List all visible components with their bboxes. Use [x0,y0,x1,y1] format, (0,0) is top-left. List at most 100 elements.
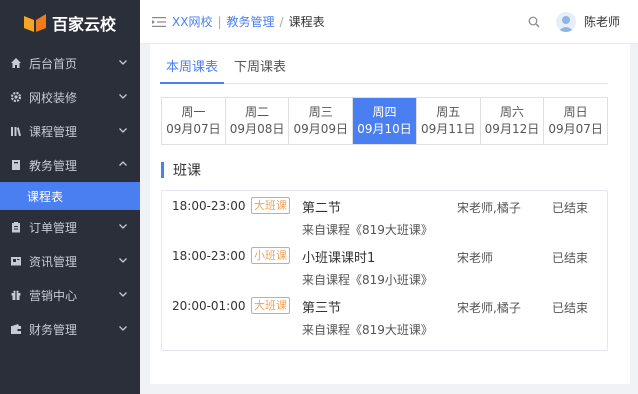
day-date: 09月07日 [166,122,221,136]
chevron-down-icon [119,292,127,297]
books-icon [10,125,22,137]
sidebar-item-decoration[interactable]: 网校装修 [0,80,140,114]
sidebar-item-label: 营销中心 [29,288,78,303]
sidebar-item-orders[interactable]: 订单管理 [0,210,140,244]
sidebar-item-label: 后台首页 [29,56,78,71]
lesson-title[interactable]: 小班课课时1 [302,247,375,266]
day-cell-selected[interactable]: 周四 09月10日 [353,98,417,144]
day-cell[interactable]: 周日 09月07日 [544,98,607,144]
sidebar-item-news[interactable]: 资讯管理 [0,244,140,278]
chevron-down-icon [119,60,127,65]
lesson-time: 18:00-23:00 [172,249,246,263]
chevron-down-icon [119,128,127,133]
day-date: 09月07日 [548,122,603,136]
main-area: XX网校 | 教务管理 / 课程表 陈老师 本周课表 下周课表 周一 09月07日… [140,0,638,394]
user-name[interactable]: 陈老师 [584,13,620,30]
news-icon [10,255,22,267]
home-icon [10,57,22,69]
menu-fold-icon[interactable] [152,16,166,28]
day-cell[interactable]: 周六 09月12日 [481,98,545,144]
top-bar: XX网校 | 教务管理 / 课程表 陈老师 [140,0,638,44]
breadcrumb-item-current: 课程表 [288,15,325,29]
lesson-status: 已结束 [552,201,589,215]
sidebar-item-label: 资讯管理 [29,254,78,269]
day-weekday: 周三 [308,105,333,119]
breadcrumb-separator: / [279,14,284,29]
search-icon[interactable] [528,16,540,28]
day-cell[interactable]: 周二 09月08日 [226,98,290,144]
logo-icon [24,14,46,32]
lesson-title[interactable]: 第二节 [302,197,341,216]
sidebar: 百家云校 后台首页 网校装修 课程管理 教务管理 课程表 订单管理 资讯管理 营… [0,0,140,394]
section-heading: 班课 [161,160,201,180]
clipboard-icon [10,221,22,233]
week-tabs: 本周课表 下周课表 [160,58,608,84]
tab-next-week[interactable]: 下周课表 [228,58,292,84]
day-selector: 周一 09月07日 周二 09月08日 周三 09月09日 周四 09月10日 周五 09… [161,97,608,145]
class-type-badge: 大班课 [251,297,290,314]
day-weekday: 周二 [245,105,270,119]
lesson-time: 18:00-23:00 [172,199,246,213]
lesson-row[interactable]: 18:00-23:00 小班课 小班课课时1 来自课程《819小班课》 宋老师 … [162,241,607,289]
class-type-badge: 大班课 [251,197,290,214]
sidebar-item-marketing[interactable]: 营销中心 [0,278,140,312]
lesson-teacher: 宋老师,橘子 [457,201,521,215]
breadcrumb: XX网校 | 教务管理 / 课程表 [172,13,325,30]
class-type-badge: 小班课 [251,247,290,264]
day-weekday: 周四 [372,105,397,119]
avatar[interactable] [555,11,576,32]
lesson-list: 18:00-23:00 大班课 第二节 来自课程《819大班课》 宋老师,橘子 … [161,190,608,351]
section-title: 班课 [173,163,201,179]
section-accent-bar [161,162,164,178]
lesson-source: 来自课程《819大班课》 [302,223,433,237]
lesson-source: 来自课程《819大班课》 [302,323,433,337]
sidebar-item-label: 订单管理 [29,220,78,235]
gift-icon [10,289,22,301]
lesson-teacher: 宋老师 [457,251,494,265]
day-date: 09月11日 [420,122,476,136]
brand-logo[interactable]: 百家云校 [0,0,140,46]
day-date: 09月09日 [293,122,349,136]
user-area: 陈老师 [528,11,638,32]
lesson-title[interactable]: 第三节 [302,297,341,316]
sidebar-item-academic[interactable]: 教务管理 [0,148,140,182]
schedule-panel: 本周课表 下周课表 周一 09月07日 周二 09月08日 周三 09月09日 周四 0… [150,44,630,384]
sidebar-item-home[interactable]: 后台首页 [0,46,140,80]
day-date: 09月08日 [229,122,285,136]
lesson-teacher: 宋老师,橘子 [457,301,521,315]
gear-icon [10,91,22,103]
book-icon [10,159,22,171]
wallet-icon [10,323,22,335]
day-weekday: 周日 [563,105,588,119]
lesson-status: 已结束 [552,301,589,315]
day-cell[interactable]: 周五 09月11日 [417,98,481,144]
chevron-down-icon [119,94,127,99]
breadcrumb-item-school[interactable]: XX网校 [172,13,212,30]
sidebar-item-finance[interactable]: 财务管理 [0,312,140,346]
lesson-status: 已结束 [552,251,589,265]
day-cell[interactable]: 周三 09月09日 [289,98,354,144]
sidebar-item-label: 财务管理 [29,322,78,337]
day-date: 09月12日 [484,122,540,136]
chevron-down-icon [119,326,127,331]
sidebar-item-label: 网校装修 [29,90,78,105]
chevron-up-icon [119,161,127,166]
sidebar-item-courses[interactable]: 课程管理 [0,114,140,148]
sidebar-subitem-label: 课程表 [27,189,64,204]
lesson-source: 来自课程《819小班课》 [302,273,433,287]
breadcrumb-item-academic[interactable]: 教务管理 [227,13,275,30]
lesson-row[interactable]: 18:00-23:00 大班课 第二节 来自课程《819大班课》 宋老师,橘子 … [162,191,607,239]
chevron-down-icon [119,258,127,263]
brand-name: 百家云校 [52,15,117,34]
breadcrumb-separator: | [217,14,222,29]
sidebar-item-label: 课程管理 [29,124,78,139]
lesson-row[interactable]: 20:00-01:00 大班课 第三节 来自课程《819大班课》 宋老师,橘子 … [162,291,607,339]
tab-this-week[interactable]: 本周课表 [160,58,225,84]
day-weekday: 周一 [181,105,206,119]
sidebar-item-label: 教务管理 [29,158,78,173]
sidebar-subitem-schedule[interactable]: 课程表 [0,182,140,210]
lesson-time: 20:00-01:00 [172,299,246,313]
day-weekday: 周六 [499,105,524,119]
day-cell[interactable]: 周一 09月07日 [162,98,226,144]
day-weekday: 周五 [436,105,461,119]
